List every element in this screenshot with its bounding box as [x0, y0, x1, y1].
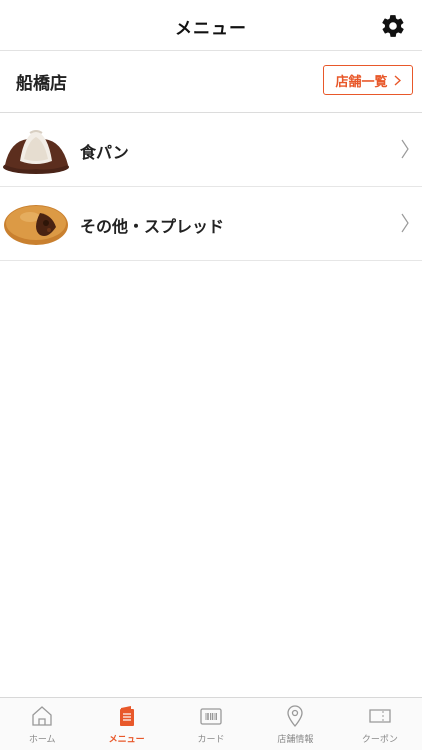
store-bar: 船橋店 店舗一覧: [0, 51, 422, 113]
chevron-right-icon: [394, 74, 401, 86]
header-bar: メニュー: [0, 0, 422, 51]
curry-bread-image: [4, 205, 68, 245]
tab-bar: ホーム メニュー カード 店舗情報 クーポン: [0, 697, 422, 750]
menu-book-icon: [119, 706, 134, 726]
menu-item-bread[interactable]: 食パン: [0, 113, 422, 187]
tab-label: クーポン: [361, 735, 398, 745]
tab-card[interactable]: カード: [169, 698, 253, 750]
tab-coupon[interactable]: クーポン: [338, 698, 422, 750]
menu-item-others-spread[interactable]: その他・スプレッド: [0, 187, 422, 261]
tab-label: 店舗情報: [277, 735, 314, 745]
store-name: 船橋店: [16, 74, 67, 94]
card-icon: [200, 708, 222, 725]
chevron-right-icon: [401, 213, 409, 233]
location-icon: [287, 705, 304, 727]
tab-label: ホーム: [28, 735, 56, 745]
store-list-button[interactable]: 店舗一覧: [323, 65, 413, 95]
settings-button[interactable]: [380, 13, 406, 39]
store-list-label: 店舗一覧: [335, 74, 388, 90]
gear-icon: [382, 15, 404, 37]
menu-item-label: その他・スプレッド: [80, 217, 225, 236]
bread-image: [3, 130, 69, 174]
tab-home[interactable]: ホーム: [0, 698, 84, 750]
tab-menu[interactable]: メニュー: [84, 698, 168, 750]
menu-item-label: 食パン: [80, 143, 129, 162]
menu-list: 食パン その他・スプレッド: [0, 113, 422, 261]
chevron-right-icon: [401, 139, 409, 159]
home-icon: [32, 706, 52, 726]
tab-label: メニュー: [108, 735, 145, 745]
tab-store-info[interactable]: 店舗情報: [253, 698, 337, 750]
tab-label: カード: [197, 735, 225, 745]
page-title: メニュー: [175, 19, 247, 39]
coupon-icon: [369, 709, 391, 723]
